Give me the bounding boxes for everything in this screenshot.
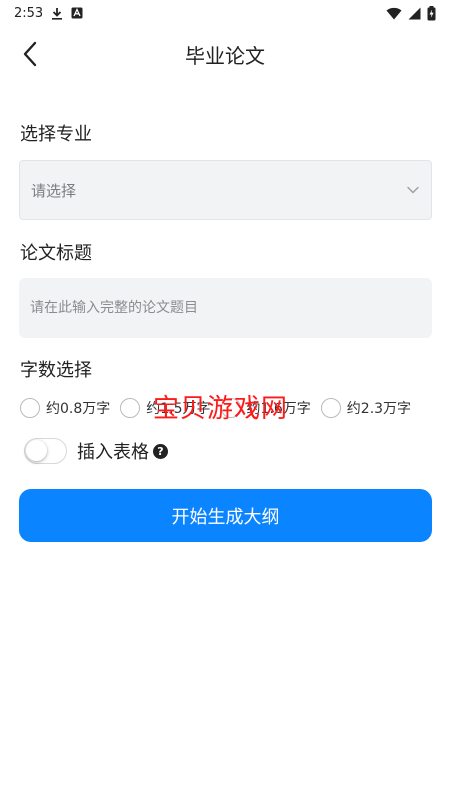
page-title: 毕业论文 xyxy=(185,43,265,68)
battery-charging-icon xyxy=(427,5,436,21)
radio-circle xyxy=(20,398,40,418)
thesis-title-label: 论文标题 xyxy=(20,243,92,264)
word-count-option-3[interactable]: 约1.6万字 xyxy=(220,398,311,418)
insert-table-toggle[interactable] xyxy=(24,438,67,464)
word-count-option-label: 约0.8万字 xyxy=(46,401,111,417)
toggle-knob xyxy=(26,440,47,461)
chevron-down-icon xyxy=(407,186,419,194)
screen: 2:53 毕业论文 选择专业 请选择 论文标题 请在此输入完整的论文题目 字数选… xyxy=(0,0,450,800)
wifi-icon xyxy=(386,7,402,20)
a-box-icon xyxy=(71,7,83,19)
word-count-label: 字数选择 xyxy=(20,360,92,381)
radio-circle xyxy=(320,398,341,418)
insert-table-row: 插入表格 ? xyxy=(24,436,168,466)
back-button[interactable] xyxy=(14,38,46,70)
major-select[interactable]: 请选择 xyxy=(19,160,432,220)
generate-outline-button[interactable]: 开始生成大纲 xyxy=(19,489,432,542)
status-bar-right xyxy=(386,5,436,21)
major-select-value: 请选择 xyxy=(31,181,77,200)
word-count-option-1[interactable]: 约0.8万字 xyxy=(20,398,110,418)
insert-table-label: 插入表格 xyxy=(77,442,149,463)
radio-circle xyxy=(220,398,241,418)
thesis-title-input[interactable] xyxy=(19,278,432,338)
major-label: 选择专业 xyxy=(20,124,92,145)
cell-signal-icon xyxy=(408,7,421,20)
word-count-option-label: 约1.5万字 xyxy=(146,401,211,417)
status-bar-left: 2:53 xyxy=(14,6,83,21)
word-count-option-4[interactable]: 约2.3万字 xyxy=(320,398,412,418)
word-count-option-2[interactable]: 约1.5万字 xyxy=(120,398,211,418)
word-count-options: 约0.8万字 约1.5万字 约1.6万字 约2.3万字 xyxy=(20,396,440,420)
status-bar: 2:53 xyxy=(0,0,450,26)
help-icon[interactable]: ? xyxy=(153,443,168,459)
radio-circle xyxy=(120,398,141,418)
status-time: 2:53 xyxy=(14,5,44,21)
word-count-option-label: 约1.6万字 xyxy=(246,401,311,417)
download-icon xyxy=(51,7,63,20)
chevron-left-icon xyxy=(23,41,37,67)
app-header: 毕业论文 xyxy=(0,26,450,82)
word-count-option-label: 约2.3万字 xyxy=(346,401,412,417)
